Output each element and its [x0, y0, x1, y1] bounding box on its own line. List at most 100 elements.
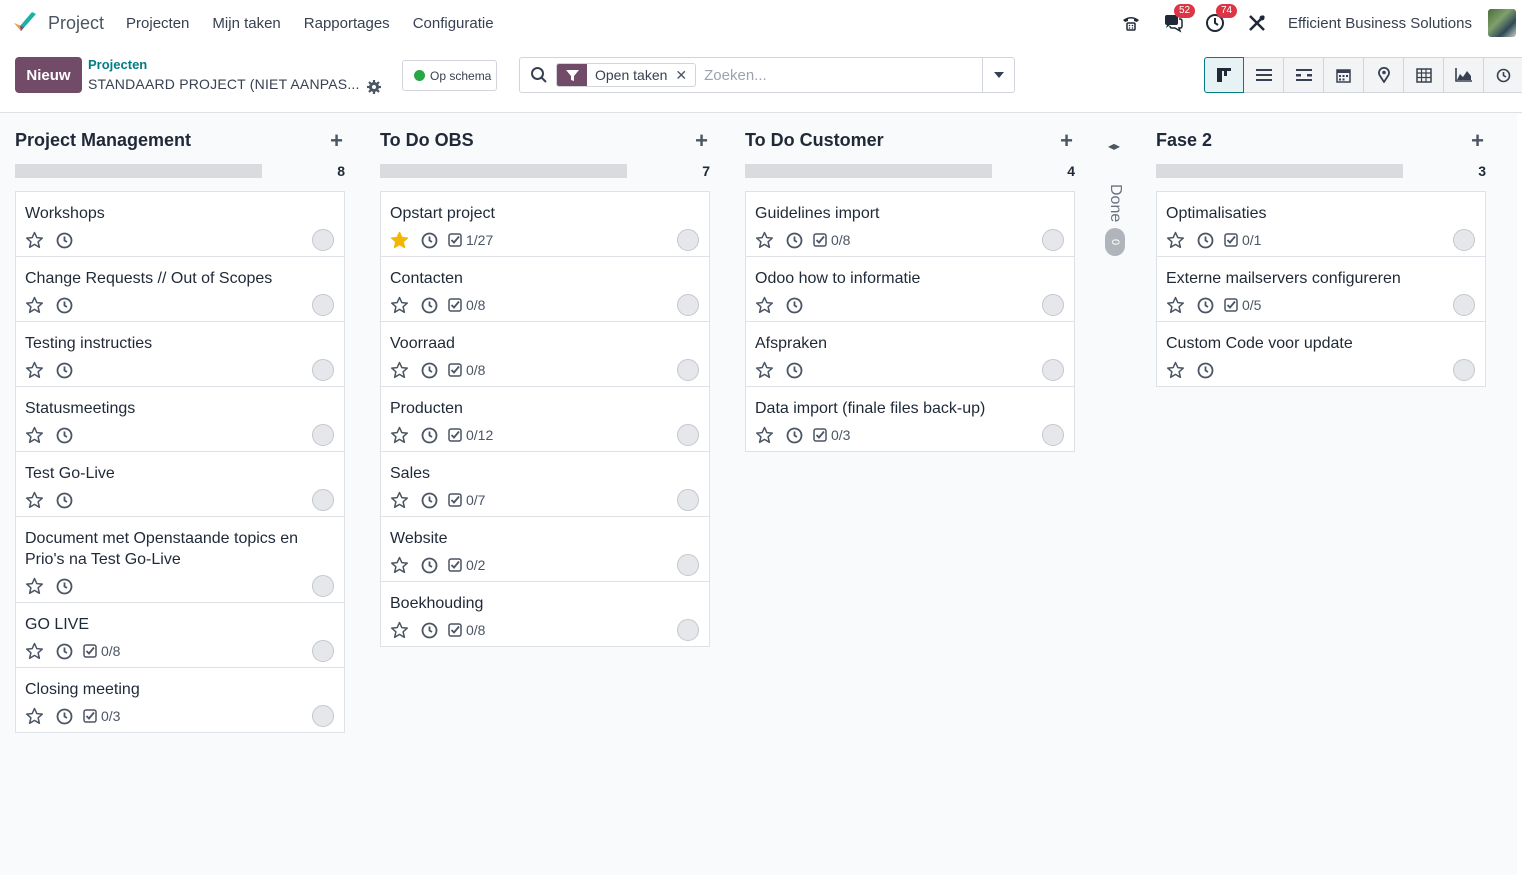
- gear-icon[interactable]: [366, 79, 382, 95]
- star-icon[interactable]: [390, 231, 409, 250]
- column-title[interactable]: To Do OBS: [380, 130, 474, 151]
- checklist-progress[interactable]: 0/2: [448, 557, 485, 573]
- checklist-progress[interactable]: 1/27: [448, 232, 493, 248]
- activity-clock-icon[interactable]: [421, 557, 438, 574]
- search-input[interactable]: [704, 66, 955, 84]
- search-icon[interactable]: [530, 66, 548, 84]
- task-card[interactable]: GO LIVE 0/8: [16, 602, 344, 667]
- star-icon[interactable]: [1166, 231, 1185, 250]
- task-state-icon[interactable]: [312, 229, 334, 251]
- star-icon[interactable]: [390, 296, 409, 315]
- task-card[interactable]: Testing instructies: [16, 321, 344, 386]
- task-state-icon[interactable]: [312, 575, 334, 597]
- activity-clock-icon[interactable]: [786, 232, 803, 249]
- checklist-progress[interactable]: 0/8: [448, 297, 485, 313]
- column-title[interactable]: Project Management: [15, 130, 191, 151]
- task-state-icon[interactable]: [677, 619, 699, 641]
- task-state-icon[interactable]: [677, 294, 699, 316]
- checklist-progress[interactable]: 0/3: [83, 708, 120, 724]
- star-icon[interactable]: [390, 426, 409, 445]
- scrollbar[interactable]: [1517, 114, 1522, 875]
- task-card[interactable]: Custom Code voor update: [1157, 321, 1485, 386]
- column-progress-bar[interactable]: [745, 164, 992, 178]
- checklist-progress[interactable]: 0/8: [83, 643, 120, 659]
- activity-clock-icon[interactable]: [1197, 232, 1214, 249]
- task-state-icon[interactable]: [312, 294, 334, 316]
- star-icon[interactable]: [390, 621, 409, 640]
- project-status-button[interactable]: Op schema: [402, 60, 497, 91]
- activity-clock-icon[interactable]: 74: [1204, 4, 1238, 34]
- task-state-icon[interactable]: [677, 489, 699, 511]
- activity-clock-icon[interactable]: [421, 362, 438, 379]
- star-icon[interactable]: [25, 642, 44, 661]
- task-card[interactable]: Odoo how to informatie: [746, 256, 1074, 321]
- unfold-arrows-icon[interactable]: ◂▸: [1108, 139, 1120, 153]
- task-card[interactable]: Boekhouding 0/8: [381, 581, 709, 646]
- column-title[interactable]: Fase 2: [1156, 130, 1212, 151]
- task-card[interactable]: Website 0/2: [381, 516, 709, 581]
- remove-facet-icon[interactable]: ✕: [675, 67, 695, 84]
- activity-clock-icon[interactable]: [421, 492, 438, 509]
- column-progress-bar[interactable]: [15, 164, 262, 178]
- task-state-icon[interactable]: [312, 640, 334, 662]
- task-state-icon[interactable]: [677, 424, 699, 446]
- add-task-button[interactable]: +: [1471, 130, 1484, 152]
- task-card[interactable]: Externe mailservers configureren 0/5: [1157, 256, 1485, 321]
- kanban-view-button[interactable]: [1204, 57, 1244, 93]
- activity-clock-icon[interactable]: [421, 622, 438, 639]
- task-state-icon[interactable]: [677, 359, 699, 381]
- task-state-icon[interactable]: [1453, 229, 1475, 251]
- task-card[interactable]: Workshops: [16, 192, 344, 256]
- checklist-progress[interactable]: 0/7: [448, 492, 485, 508]
- add-task-button[interactable]: +: [330, 130, 343, 152]
- task-state-icon[interactable]: [312, 705, 334, 727]
- task-card[interactable]: Voorraad 0/8: [381, 321, 709, 386]
- task-state-icon[interactable]: [1042, 359, 1064, 381]
- activity-clock-icon[interactable]: [786, 427, 803, 444]
- gantt-view-button[interactable]: [1284, 57, 1324, 93]
- task-state-icon[interactable]: [312, 359, 334, 381]
- activity-clock-icon[interactable]: [56, 232, 73, 249]
- activity-clock-icon[interactable]: [421, 297, 438, 314]
- task-card[interactable]: Change Requests // Out of Scopes: [16, 256, 344, 321]
- checklist-progress[interactable]: 0/5: [1224, 297, 1261, 313]
- task-card[interactable]: Guidelines import 0/8: [746, 192, 1074, 256]
- search-options-toggle[interactable]: [982, 58, 1014, 92]
- app-brand[interactable]: Project: [12, 11, 104, 35]
- menu-mijn-taken[interactable]: Mijn taken: [212, 15, 280, 32]
- star-icon[interactable]: [390, 361, 409, 380]
- calendar-view-button[interactable]: [1324, 57, 1364, 93]
- add-task-button[interactable]: +: [1060, 130, 1073, 152]
- tools-icon[interactable]: [1246, 12, 1268, 34]
- activity-clock-icon[interactable]: [421, 427, 438, 444]
- task-card[interactable]: Statusmeetings: [16, 386, 344, 451]
- checklist-progress[interactable]: 0/3: [813, 427, 850, 443]
- activity-clock-icon[interactable]: [786, 362, 803, 379]
- user-avatar[interactable]: [1488, 9, 1516, 37]
- star-icon[interactable]: [755, 231, 774, 250]
- star-icon[interactable]: [25, 361, 44, 380]
- star-icon[interactable]: [25, 707, 44, 726]
- star-icon[interactable]: [390, 556, 409, 575]
- star-icon[interactable]: [755, 296, 774, 315]
- task-state-icon[interactable]: [1042, 229, 1064, 251]
- checklist-progress[interactable]: 0/1: [1224, 232, 1261, 248]
- task-state-icon[interactable]: [1042, 424, 1064, 446]
- menu-projecten[interactable]: Projecten: [126, 15, 189, 32]
- task-card[interactable]: Contacten 0/8: [381, 256, 709, 321]
- activity-clock-icon[interactable]: [56, 427, 73, 444]
- column-progress-bar[interactable]: [380, 164, 627, 178]
- column-title[interactable]: To Do Customer: [745, 130, 884, 151]
- task-card[interactable]: Test Go-Live: [16, 451, 344, 516]
- task-card[interactable]: Sales 0/7: [381, 451, 709, 516]
- menu-rapportages[interactable]: Rapportages: [304, 15, 390, 32]
- add-task-button[interactable]: +: [695, 130, 708, 152]
- task-state-icon[interactable]: [1042, 294, 1064, 316]
- task-state-icon[interactable]: [1453, 294, 1475, 316]
- task-card[interactable]: Closing meeting 0/3: [16, 667, 344, 732]
- task-card[interactable]: Optimalisaties 0/1: [1157, 192, 1485, 256]
- activity-clock-icon[interactable]: [421, 232, 438, 249]
- task-state-icon[interactable]: [677, 554, 699, 576]
- phone-icon[interactable]: [1120, 12, 1142, 34]
- new-button[interactable]: Nieuw: [15, 57, 82, 93]
